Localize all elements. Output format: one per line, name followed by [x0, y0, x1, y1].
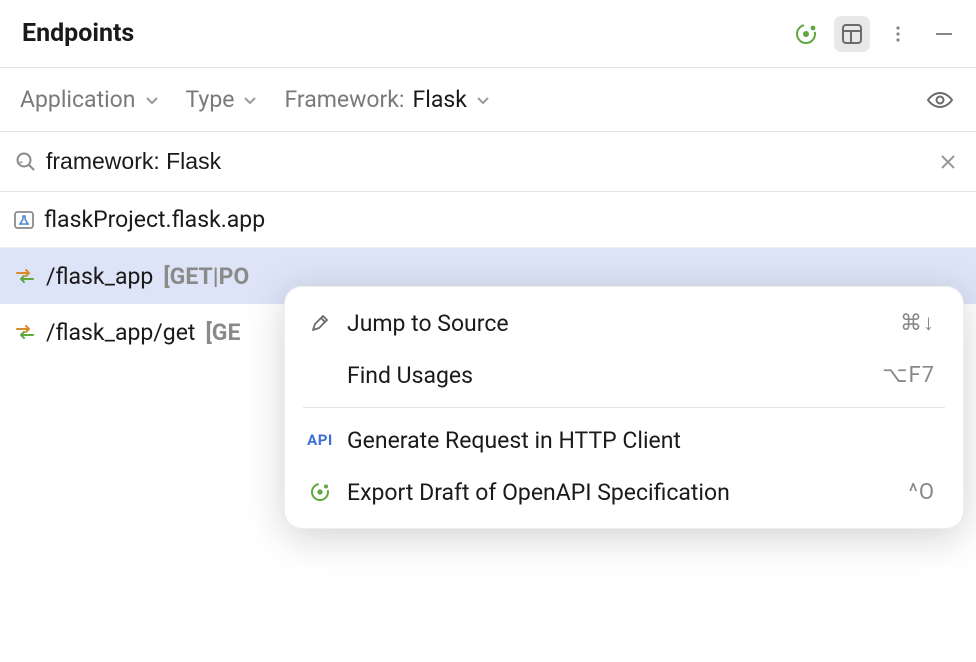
menu-divider: [303, 407, 945, 408]
menu-label: Export Draft of OpenAPI Specification: [347, 479, 895, 506]
open-api-icon: [307, 481, 333, 503]
eye-icon: [926, 86, 954, 114]
menu-label: Find Usages: [347, 362, 868, 389]
open-api-icon: [794, 22, 818, 46]
layout-toggle-button[interactable]: [834, 16, 870, 52]
minimize-icon: [933, 23, 955, 45]
menu-export-openapi[interactable]: Export Draft of OpenAPI Specification ^O: [285, 466, 963, 518]
route-icon: [14, 265, 36, 287]
chevron-down-icon: [144, 92, 160, 108]
route-icon: [14, 321, 36, 343]
panel-header: Endpoints: [0, 0, 976, 68]
filter-bar: Application Type Framework: Flask: [0, 68, 976, 132]
header-actions: [788, 16, 962, 52]
menu-jump-to-source[interactable]: Jump to Source ⌘↓: [285, 297, 963, 349]
menu-shortcut: ⌥F7: [882, 363, 935, 388]
filter-framework-label: Framework:: [284, 86, 404, 113]
layout-icon: [841, 23, 863, 45]
clear-search-icon[interactable]: [938, 152, 958, 172]
flask-module-icon: [12, 208, 36, 232]
filter-type-label: Type: [186, 86, 235, 113]
search-bar: [0, 132, 976, 192]
kebab-icon: [888, 24, 908, 44]
module-group-row[interactable]: flaskProject.flask.app: [0, 192, 976, 248]
chevron-down-icon: [475, 92, 491, 108]
pencil-icon: [307, 312, 333, 334]
filter-application[interactable]: Application: [20, 86, 160, 113]
endpoint-methods: [GE: [205, 319, 240, 346]
menu-label: Jump to Source: [347, 310, 886, 337]
context-menu: Jump to Source ⌘↓ Find Usages ⌥F7 API Ge…: [284, 286, 964, 529]
chevron-down-icon: [242, 92, 258, 108]
endpoint-methods: [GET|PO: [163, 263, 249, 290]
endpoint-path: /flask_app: [46, 263, 153, 290]
api-icon: API: [307, 431, 333, 449]
open-api-icon-button[interactable]: [788, 16, 824, 52]
filter-type[interactable]: Type: [186, 86, 259, 113]
minimize-button[interactable]: [926, 16, 962, 52]
menu-generate-http-request[interactable]: API Generate Request in HTTP Client: [285, 414, 963, 466]
menu-shortcut: ⌘↓: [900, 310, 935, 336]
filter-framework-value: Flask: [413, 86, 467, 113]
visibility-toggle-button[interactable]: [922, 82, 958, 118]
more-options-button[interactable]: [880, 16, 916, 52]
menu-find-usages[interactable]: Find Usages ⌥F7: [285, 349, 963, 401]
module-group-label: flaskProject.flask.app: [44, 206, 265, 233]
filter-framework[interactable]: Framework: Flask: [284, 86, 490, 113]
search-icon[interactable]: [14, 150, 38, 174]
filter-application-label: Application: [20, 86, 136, 113]
search-input[interactable]: [38, 148, 938, 175]
endpoint-path: /flask_app/get: [46, 319, 195, 346]
menu-shortcut: ^O: [909, 480, 935, 505]
panel-title: Endpoints: [22, 19, 788, 48]
menu-label: Generate Request in HTTP Client: [347, 427, 935, 454]
